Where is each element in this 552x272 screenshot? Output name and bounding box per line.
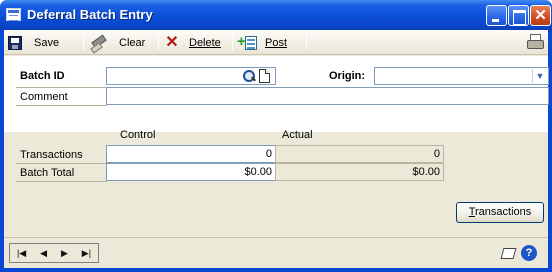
minimize-button[interactable] [486, 5, 507, 26]
comment-label: Comment [20, 91, 68, 103]
save-button[interactable]: Save [8, 33, 59, 52]
delete-label: Delete [189, 36, 221, 49]
batch-id-label: Batch ID [20, 70, 65, 82]
transactions-button[interactable]: Transactions [456, 202, 544, 223]
batch-total-actual-field: $0.00 [275, 163, 444, 181]
transactions-button-label: ransactions [475, 206, 532, 218]
window-client-area: Save Clear ✕ Delete + Post Batch ID Orig… [4, 30, 549, 268]
label-divider [16, 163, 107, 164]
lookup-magnifier-icon[interactable] [242, 69, 256, 83]
batch-total-control-field[interactable]: $0.00 [106, 163, 276, 181]
window-title: Deferral Batch Entry [27, 7, 153, 22]
batch-header-panel: Batch ID Origin: ▼ Comment [4, 56, 549, 132]
eraser-icon [90, 36, 107, 50]
delete-button[interactable]: ✕ Delete [165, 33, 221, 52]
post-button[interactable]: + Post [237, 33, 287, 52]
note-icon[interactable] [500, 245, 516, 261]
origin-dropdown[interactable]: ▼ [374, 67, 549, 85]
transactions-control-field[interactable]: 0 [106, 145, 276, 163]
new-document-icon[interactable] [259, 69, 270, 83]
transactions-label: Transactions [20, 149, 83, 161]
status-bar: |◀ ◀ ▶ ▶| ? [4, 237, 548, 268]
next-record-button[interactable]: ▶ [61, 248, 68, 259]
save-label: Save [34, 36, 60, 49]
close-icon: ✕ [534, 7, 547, 24]
first-record-button[interactable]: |◀ [17, 248, 26, 259]
batch-id-field[interactable] [106, 67, 276, 85]
control-column-header: Control [120, 129, 156, 141]
post-label: Post [265, 36, 288, 49]
toolbar-separator [83, 34, 84, 50]
toolbar-separator [158, 34, 159, 50]
origin-label: Origin: [329, 70, 366, 82]
toolbar: Save Clear ✕ Delete + Post [4, 30, 548, 55]
label-divider [16, 87, 107, 88]
toolbar-separator [306, 34, 307, 50]
delete-x-icon: ✕ [165, 33, 179, 51]
last-record-button[interactable]: ▶| [82, 248, 91, 259]
label-divider [16, 181, 107, 182]
deferral-batch-entry-window: Deferral Batch Entry ✕ Save Clear ✕ Dele… [0, 0, 552, 272]
close-button[interactable]: ✕ [530, 5, 551, 26]
save-icon [8, 35, 22, 50]
window-icon [6, 8, 21, 21]
print-icon[interactable] [527, 34, 544, 49]
actual-column-header: Actual [282, 129, 313, 141]
comment-field[interactable] [106, 87, 549, 105]
toolbar-separator [232, 34, 233, 50]
clear-button[interactable]: Clear [90, 33, 145, 52]
transactions-actual-field: 0 [275, 145, 444, 163]
previous-record-button[interactable]: ◀ [40, 248, 47, 259]
post-icon: + [237, 34, 257, 51]
maximize-button[interactable] [508, 5, 529, 26]
label-divider [16, 105, 107, 106]
clear-label: Clear [119, 36, 146, 49]
help-icon[interactable]: ? [521, 245, 537, 261]
title-bar: Deferral Batch Entry ✕ [0, 0, 552, 30]
batch-total-label: Batch Total [20, 167, 75, 179]
chevron-down-icon: ▼ [532, 69, 547, 83]
record-navigator: |◀ ◀ ▶ ▶| [9, 243, 99, 263]
